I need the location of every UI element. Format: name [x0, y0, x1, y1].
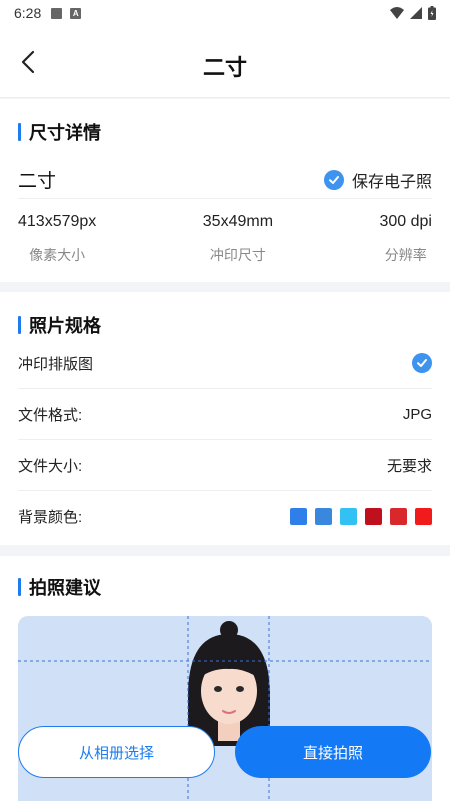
size-name: 二寸	[18, 171, 57, 192]
gallery-notification-icon	[51, 7, 63, 19]
section-title: 拍照建议	[29, 578, 101, 598]
size-row: 二寸 保存电子照	[18, 161, 432, 199]
signal-icon	[410, 7, 422, 19]
bg-color-row: 背景颜色:	[18, 491, 432, 542]
spec-resolution: 300 dpi 分辨率	[379, 213, 432, 265]
save-option-label: 保存电子照	[351, 173, 432, 191]
spec-print-size: 35x49mm 冲印尺寸	[203, 213, 273, 265]
bg-color-swatch[interactable]	[415, 508, 432, 525]
app-notification-icon: A	[70, 7, 82, 19]
check-icon	[412, 353, 432, 373]
section-accent-bar	[18, 123, 21, 141]
status-bar: 6:28 A	[0, 0, 450, 26]
bg-color-swatch[interactable]	[315, 508, 332, 525]
take-photo-button[interactable]: 直接拍照	[235, 726, 431, 778]
spec-pixel-size: 413x579px 像素大小	[18, 213, 96, 265]
nav-bar: 二寸	[0, 26, 450, 98]
spec-options-list: 冲印排版图 文件格式: JPG 文件大小: 无要求 背景颜色:	[18, 338, 432, 542]
bg-color-swatch[interactable]	[290, 508, 307, 525]
page-title: 二寸	[202, 55, 247, 80]
spec-value: 413x579px	[18, 213, 97, 230]
save-e-photo-option[interactable]: 保存电子照	[323, 168, 432, 192]
section-title: 尺寸详情	[29, 123, 101, 143]
file-size-row: 文件大小: 无要求	[18, 440, 432, 491]
spec-value: 300 dpi	[379, 213, 432, 230]
file-size-value: 无要求	[386, 457, 432, 475]
section-header-size-details: 尺寸详情	[18, 119, 101, 145]
spec-label: 像素大小	[29, 247, 86, 263]
file-format-row: 文件格式: JPG	[18, 389, 432, 440]
file-size-label: 文件大小:	[18, 457, 83, 475]
bg-color-swatches	[282, 508, 432, 525]
bg-color-label: 背景颜色:	[18, 509, 83, 526]
spec-label: 分辨率	[384, 247, 427, 263]
print-layout-row[interactable]: 冲印排版图	[18, 338, 432, 389]
spec-list: 413x579px 像素大小 35x49mm 冲印尺寸 300 dpi 分辨率	[18, 213, 432, 265]
file-format-value: JPG	[402, 405, 432, 423]
file-format-label: 文件格式:	[18, 406, 83, 424]
section-accent-bar	[18, 316, 21, 334]
section-header-suggestion: 拍照建议	[18, 574, 101, 600]
wifi-icon	[390, 7, 404, 19]
section-header-photo-spec: 照片规格	[18, 312, 101, 338]
battery-icon	[428, 6, 436, 20]
print-layout-label: 冲印排版图	[18, 355, 94, 373]
bg-color-swatch[interactable]	[365, 508, 382, 525]
bg-color-swatch[interactable]	[390, 508, 407, 525]
size-details-card: 尺寸详情 二寸 保存电子照 413x579px 像素大小 35x49mm 冲印尺…	[0, 99, 450, 282]
choose-from-album-button[interactable]: 从相册选择	[18, 726, 215, 778]
section-title: 照片规格	[29, 316, 101, 336]
status-time: 6:28	[14, 5, 42, 21]
section-accent-bar	[18, 578, 21, 596]
photo-spec-card: 照片规格 冲印排版图 文件格式: JPG 文件大小: 无要求 背景颜色:	[0, 292, 450, 545]
check-icon	[323, 169, 344, 190]
bg-color-swatch[interactable]	[340, 508, 357, 525]
spec-label: 冲印尺寸	[209, 247, 266, 263]
spec-value: 35x49mm	[202, 213, 274, 230]
